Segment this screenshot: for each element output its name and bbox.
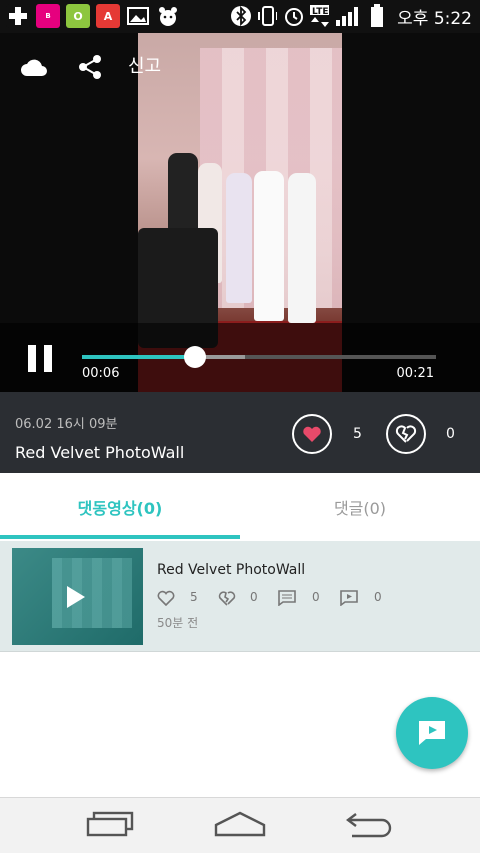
like-meta xyxy=(157,590,175,606)
olive-app-icon: O xyxy=(66,4,90,28)
back-button[interactable] xyxy=(340,808,400,840)
reply-video-icon xyxy=(419,721,445,745)
svg-text:LTE: LTE xyxy=(312,7,329,17)
back-icon xyxy=(346,813,392,838)
pause-button[interactable] xyxy=(28,345,52,372)
recent-apps-icon xyxy=(86,811,134,837)
video-title: Red Velvet PhotoWall xyxy=(15,443,185,462)
a-app-icon: A xyxy=(96,4,120,28)
pause-icon xyxy=(28,345,36,372)
dislike-count: 0 xyxy=(446,426,455,442)
list-item-time: 50분 전 xyxy=(157,616,199,630)
comment-icon xyxy=(278,590,296,606)
broken-heart-outline-icon xyxy=(218,591,236,606)
list-item-title: Red Velvet PhotoWall xyxy=(157,562,306,578)
current-time: 00:06 xyxy=(82,366,120,381)
tab-comments[interactable]: 댓글(0) xyxy=(240,473,480,541)
heart-outline-icon xyxy=(157,590,175,606)
bluetooth-icon xyxy=(231,5,252,27)
cloud-icon xyxy=(21,59,47,76)
played-bar xyxy=(82,355,196,359)
recent-apps-button[interactable] xyxy=(80,808,140,840)
seek-bar[interactable] xyxy=(82,346,436,368)
signal-icon xyxy=(335,6,361,26)
reply-video-icon xyxy=(340,590,358,606)
image-icon xyxy=(126,4,150,28)
report-button[interactable]: 신고 xyxy=(128,52,161,78)
dislike-button[interactable] xyxy=(386,414,426,454)
battery-icon xyxy=(367,4,387,27)
status-bar: B O A LTE 오후 5:22 xyxy=(0,0,480,33)
tab-indicator xyxy=(0,535,240,539)
list-comment-count: 0 xyxy=(312,590,320,604)
like-button[interactable] xyxy=(292,414,332,454)
play-icon xyxy=(67,586,85,608)
total-time: 00:21 xyxy=(396,366,434,381)
bear-icon xyxy=(156,4,180,28)
reply-meta xyxy=(340,590,358,606)
tab-bar: 댓동영상(0) 댓글(0) xyxy=(0,473,480,542)
clock: 오후 5:22 xyxy=(397,8,472,29)
home-icon xyxy=(214,811,266,837)
tab-reply-videos[interactable]: 댓동영상(0) xyxy=(0,473,240,541)
video-date: 06.02 16시 09분 xyxy=(15,417,118,432)
broken-heart-icon xyxy=(395,425,417,443)
heart-icon xyxy=(303,426,321,442)
share-icon xyxy=(79,55,101,79)
beauty-app-icon: B xyxy=(36,4,60,28)
list-like-count: 5 xyxy=(190,590,198,604)
list-reply-count: 0 xyxy=(374,590,382,604)
alarm-icon xyxy=(283,6,304,26)
write-reply-fab[interactable] xyxy=(396,697,468,769)
dislike-meta xyxy=(218,590,236,606)
share-button[interactable] xyxy=(68,45,112,89)
home-button[interactable] xyxy=(210,808,270,840)
list-dislike-count: 0 xyxy=(250,590,258,604)
plus-icon xyxy=(6,4,30,28)
vibrate-icon xyxy=(257,6,278,26)
cloud-button[interactable] xyxy=(12,45,56,89)
like-count: 5 xyxy=(353,426,362,442)
comment-meta xyxy=(278,590,296,606)
lte-icon: LTE xyxy=(309,5,330,27)
